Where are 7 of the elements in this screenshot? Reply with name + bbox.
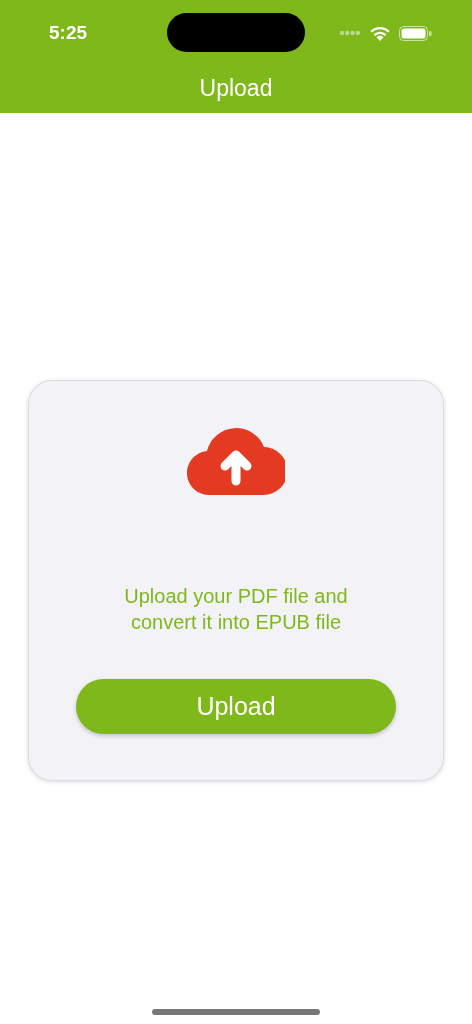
upload-button[interactable]: Upload xyxy=(76,679,396,734)
status-time: 5:25 xyxy=(48,20,88,45)
battery-icon xyxy=(399,25,432,41)
upload-message: Upload your PDF file and convert it into EPUB file xyxy=(123,584,349,635)
nav-title: Upload xyxy=(199,74,273,104)
signal-icon xyxy=(339,30,361,36)
wifi-icon xyxy=(369,25,391,41)
